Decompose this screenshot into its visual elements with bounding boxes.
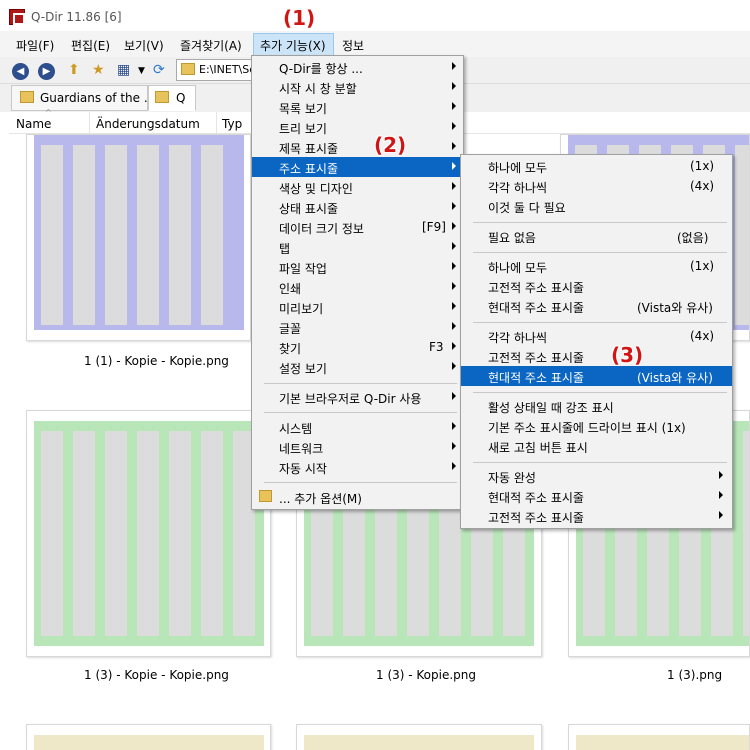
folder-icon bbox=[259, 490, 272, 502]
thumbnail-label: 1 (3) - Kopie - Kopie.png bbox=[84, 668, 229, 682]
menu-item[interactable]: 고전적 주소 표시줄 bbox=[461, 346, 732, 366]
menu-item[interactable]: 네트워크 bbox=[252, 437, 463, 457]
menu-separator bbox=[473, 322, 727, 323]
menu-item[interactable]: 필요 없음 (없음) bbox=[461, 226, 732, 246]
folder-icon bbox=[20, 91, 34, 103]
menu-item[interactable]: 설정 보기 bbox=[252, 357, 463, 377]
thumbnail-image bbox=[34, 735, 264, 750]
app-icon bbox=[9, 9, 25, 25]
menu-file[interactable]: 파일(F) bbox=[16, 37, 54, 54]
thumbnail-image bbox=[576, 735, 749, 750]
menu-item[interactable]: 고전적 주소 표시줄 bbox=[461, 506, 732, 526]
menu-item-more-options[interactable]: ... 추가 옵션(M) bbox=[252, 487, 463, 507]
annotation-2: (2) bbox=[374, 133, 407, 157]
thumbnail[interactable] bbox=[296, 724, 542, 750]
thumbnail[interactable] bbox=[568, 724, 750, 750]
thumbnail-label: 1 (3) - Kopie.png bbox=[376, 668, 477, 682]
menu-item[interactable]: 인쇄 bbox=[252, 277, 463, 297]
menu-item[interactable]: 미리보기 bbox=[252, 297, 463, 317]
menu-favorites[interactable]: 즐겨찾기(A) bbox=[180, 37, 242, 54]
thumbnail-label: 1 (1) - Kopie - Kopie.png bbox=[84, 354, 229, 368]
menu-separator bbox=[264, 482, 457, 483]
column-type[interactable]: Typ bbox=[222, 117, 242, 131]
menu-item[interactable]: 활성 상태일 때 강조 표시 bbox=[461, 396, 732, 416]
forward-arrow-icon[interactable]: ▶ bbox=[38, 63, 55, 80]
column-name[interactable]: Name bbox=[16, 117, 51, 131]
menu-item[interactable]: 자동 시작 bbox=[252, 457, 463, 477]
menu-item[interactable]: 자동 완성 bbox=[461, 466, 732, 486]
menu-item[interactable]: 탭 bbox=[252, 237, 463, 257]
menu-item[interactable]: 데이터 크기 정보 [F9] bbox=[252, 217, 463, 237]
menu-separator bbox=[473, 392, 727, 393]
folder-icon bbox=[181, 63, 195, 75]
annotation-3: (3) bbox=[611, 343, 644, 367]
menu-edit[interactable]: 편집(E) bbox=[71, 37, 110, 54]
tab-label: Guardians of the ... bbox=[40, 91, 156, 105]
menu-item[interactable]: 제목 표시줄 bbox=[252, 137, 463, 157]
menu-item[interactable]: 고전적 주소 표시줄 bbox=[461, 276, 732, 296]
menu-item[interactable]: 파일 작업 bbox=[252, 257, 463, 277]
menu-item[interactable]: 색상 및 디자인 bbox=[252, 177, 463, 197]
menu-item[interactable]: 글꼴 bbox=[252, 317, 463, 337]
tab-label: Q bbox=[176, 91, 186, 105]
extras-menu: Q-Dir를 항상 ... 시작 시 창 분할 목록 보기 트리 보기 제목 표… bbox=[251, 55, 464, 510]
menu-separator bbox=[264, 383, 457, 384]
refresh-icon[interactable]: ⟳ bbox=[153, 62, 165, 78]
address-text[interactable]: E:\INET\Sc bbox=[199, 63, 255, 76]
address-bar-submenu: 하나에 모두 (1x) 각각 하나씩 (4x) 이것 둘 다 필요 필요 없음 (없음… bbox=[460, 154, 733, 529]
thumbnail-grid bbox=[41, 431, 256, 636]
thumbnail[interactable] bbox=[26, 724, 271, 750]
menu-item[interactable]: 각각 하나씩 (4x) bbox=[461, 176, 732, 196]
sort-ascending-icon: ^ bbox=[45, 108, 52, 117]
thumbnail[interactable] bbox=[26, 134, 251, 341]
menu-item[interactable]: 시작 시 창 분할 bbox=[252, 77, 463, 97]
menu-item[interactable]: 시스템 bbox=[252, 417, 463, 437]
menu-item[interactable]: 기본 주소 표시줄에 드라이브 표시 (1x) bbox=[461, 416, 732, 436]
menu-bar bbox=[0, 31, 750, 57]
menu-item[interactable]: 목록 보기 bbox=[252, 97, 463, 117]
thumbnail-image bbox=[304, 735, 534, 750]
menu-item[interactable]: Q-Dir를 항상 ... bbox=[252, 57, 463, 77]
menu-item[interactable]: 현대적 주소 표시줄 (Vista와 유사) bbox=[461, 296, 732, 316]
up-folder-icon[interactable]: ⬆ bbox=[68, 62, 80, 78]
menu-item-modern-address-bar[interactable]: 현대적 주소 표시줄 (Vista와 유사) bbox=[461, 366, 732, 386]
menu-item[interactable]: 현대적 주소 표시줄 bbox=[461, 486, 732, 506]
new-folder-icon[interactable]: ★ bbox=[92, 62, 105, 78]
menu-item[interactable]: 하나에 모두 (1x) bbox=[461, 156, 732, 176]
column-divider[interactable] bbox=[89, 112, 90, 134]
menu-extras[interactable]: 추가 기능(X) bbox=[260, 37, 326, 54]
thumbnail-label: 1 (3).png bbox=[667, 668, 723, 682]
window-title: Q-Dir 11.86 [6] bbox=[31, 10, 122, 24]
folder-icon bbox=[155, 91, 169, 103]
chevron-down-icon[interactable]: ▼ bbox=[138, 66, 145, 76]
back-arrow-icon[interactable]: ◀ bbox=[12, 63, 29, 80]
menu-info[interactable]: 정보 bbox=[342, 37, 364, 54]
menu-item[interactable]: 트리 보기 bbox=[252, 117, 463, 137]
menu-separator bbox=[473, 462, 727, 463]
menu-item[interactable]: 새로 고침 버튼 표시 bbox=[461, 436, 732, 456]
menu-item[interactable]: 이것 둘 다 필요 bbox=[461, 196, 732, 216]
column-divider[interactable] bbox=[216, 112, 217, 134]
annotation-1: (1) bbox=[283, 6, 316, 30]
thumbnail-grid bbox=[41, 145, 231, 325]
view-mode-icon[interactable]: ▦ bbox=[117, 62, 130, 78]
menu-separator bbox=[264, 412, 457, 413]
thumbnail[interactable] bbox=[26, 410, 271, 657]
menu-item[interactable]: 하나에 모두 (1x) bbox=[461, 256, 732, 276]
menu-item[interactable]: 기본 브라우저로 Q-Dir 사용 bbox=[252, 387, 463, 407]
menu-separator bbox=[473, 252, 727, 253]
menu-item[interactable]: 각각 하나씩 (4x) bbox=[461, 326, 732, 346]
menu-item[interactable]: 상태 표시줄 bbox=[252, 197, 463, 217]
menu-separator bbox=[473, 222, 727, 223]
menu-item-address-bar[interactable]: 주소 표시줄 bbox=[252, 157, 463, 177]
menu-item[interactable]: 찾기 F3 bbox=[252, 337, 463, 357]
column-date[interactable]: Änderungsdatum bbox=[96, 117, 200, 131]
menu-view[interactable]: 보기(V) bbox=[124, 37, 164, 54]
